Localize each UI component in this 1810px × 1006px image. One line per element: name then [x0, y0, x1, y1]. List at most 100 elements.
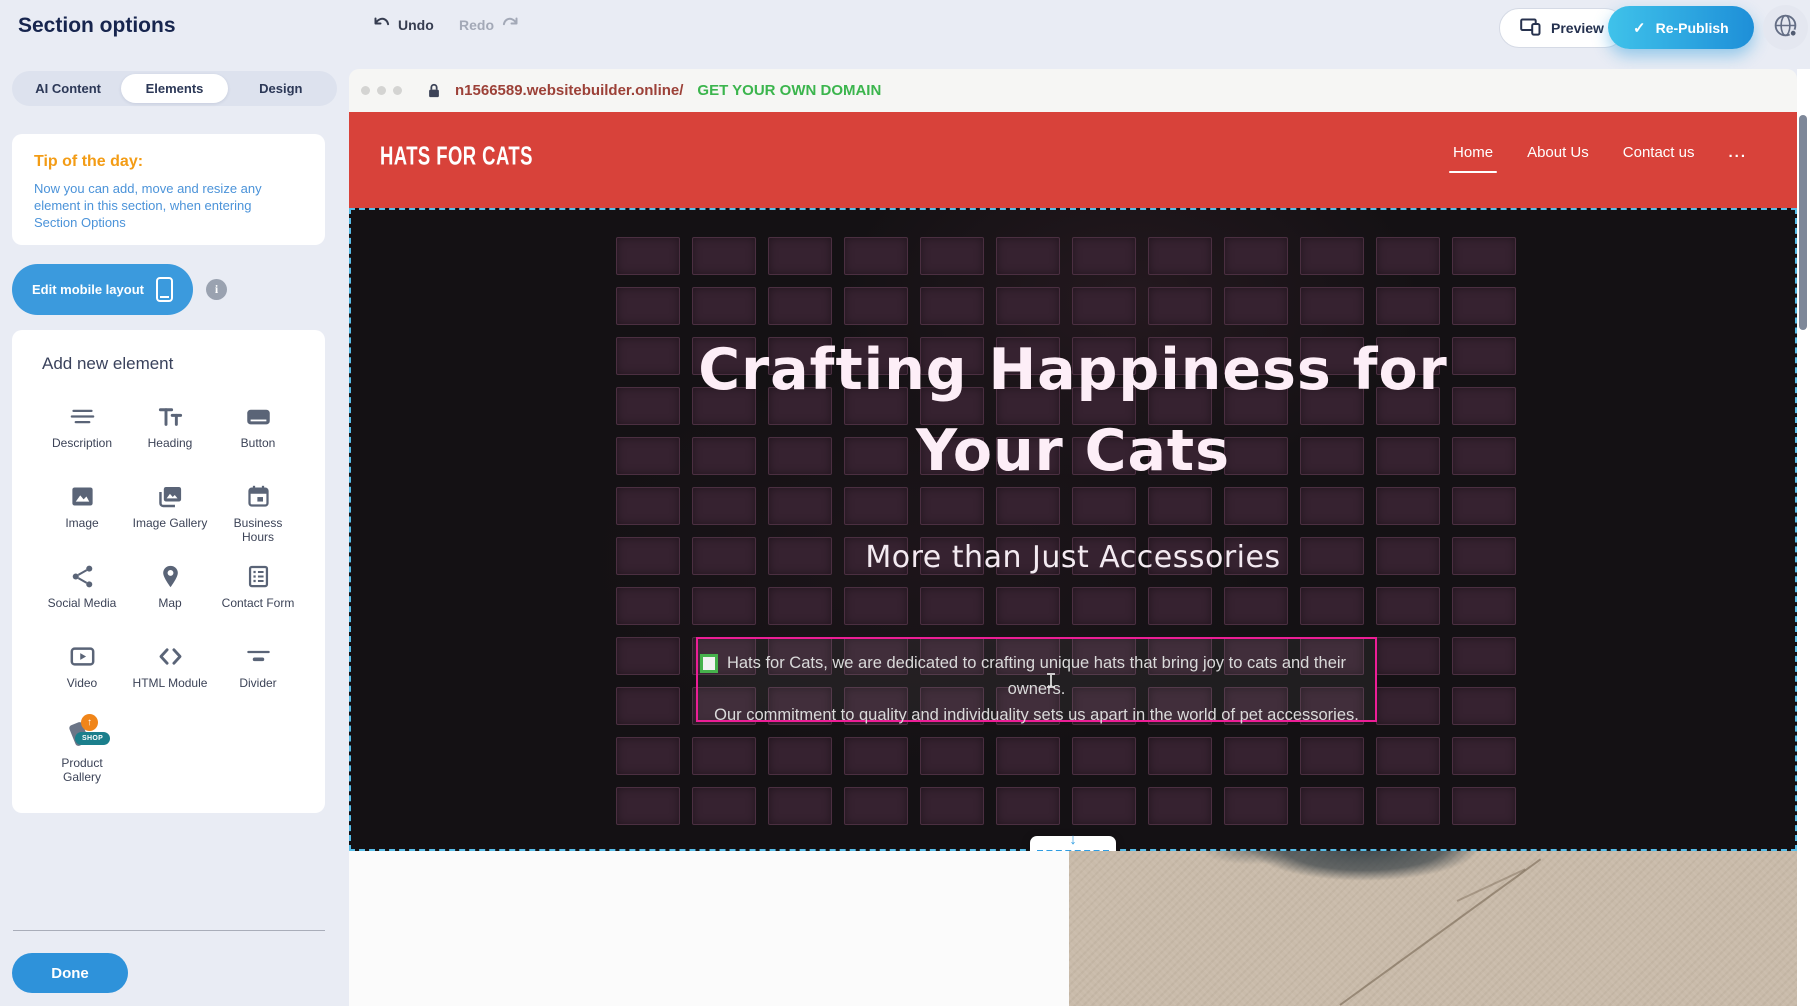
- heading-icon: [157, 398, 184, 430]
- page-title: Section options: [18, 14, 176, 38]
- edit-mobile-layout-button[interactable]: Edit mobile layout: [12, 264, 193, 315]
- image-icon: [69, 478, 96, 510]
- hero-tile: [768, 237, 832, 275]
- hero-tile: [1148, 287, 1212, 325]
- hero-tile: [1148, 737, 1212, 775]
- hero-tile: [1148, 237, 1212, 275]
- element-label: Description: [52, 436, 112, 450]
- hero-tile: [1224, 787, 1288, 825]
- hero-section[interactable]: Crafting Happiness forYour Cats More tha…: [349, 208, 1797, 851]
- hero-tile-pattern: [616, 237, 1516, 825]
- tab-elements[interactable]: Elements: [121, 74, 227, 103]
- hero-tile: [1072, 737, 1136, 775]
- html-module-icon: [157, 638, 184, 670]
- site-header: HATS FOR CATS Home About Us Contact us...: [349, 112, 1797, 208]
- hero-tile: [996, 487, 1060, 525]
- hero-tile: [768, 787, 832, 825]
- element-button[interactable]: Button: [214, 398, 302, 478]
- mobile-phone-icon: [156, 277, 173, 302]
- element-map[interactable]: Map: [126, 558, 214, 638]
- resize-corner-handle[interactable]: [700, 654, 718, 673]
- hero-tile: [1072, 587, 1136, 625]
- tab-design[interactable]: Design: [228, 74, 334, 103]
- preview-button[interactable]: Preview: [1499, 8, 1625, 48]
- hero-tile: [1148, 787, 1212, 825]
- element-heading[interactable]: Heading: [126, 398, 214, 478]
- info-button[interactable]: i: [206, 279, 227, 300]
- divider-icon: [245, 638, 272, 670]
- element-description[interactable]: Description: [38, 398, 126, 478]
- site-logo[interactable]: HATS FOR CATS: [380, 142, 533, 172]
- contact-form-icon: [245, 558, 272, 590]
- hero-tile: [1452, 787, 1516, 825]
- hero-tile: [1148, 587, 1212, 625]
- add-new-element-panel: Add new element DescriptionHeadingButton…: [12, 330, 325, 813]
- element-divider[interactable]: Divider: [214, 638, 302, 718]
- hero-tile: [920, 287, 984, 325]
- element-social-media[interactable]: Social Media: [38, 558, 126, 638]
- element-html-module[interactable]: HTML Module: [126, 638, 214, 718]
- hero-tile: [1300, 287, 1364, 325]
- image-gallery-icon: [156, 478, 185, 510]
- window-dot-icon: [361, 86, 370, 95]
- devices-icon: [1520, 18, 1541, 39]
- hero-tile: [1224, 237, 1288, 275]
- hero-tile: [692, 287, 756, 325]
- upgrade-arrow-icon: ↑: [81, 714, 98, 731]
- hero-tile: [768, 487, 832, 525]
- scrollbar-thumb[interactable]: [1799, 115, 1807, 330]
- element-image[interactable]: Image: [38, 478, 126, 558]
- element-label: Social Media: [48, 596, 117, 610]
- element-label: Video: [67, 676, 97, 690]
- arrow-down-icon: ↓: [1030, 833, 1116, 847]
- element-label: Heading: [148, 436, 193, 450]
- redo-icon: [502, 16, 520, 33]
- hero-tile: [1376, 637, 1440, 675]
- element-contact-form[interactable]: Contact Form: [214, 558, 302, 638]
- element-image-gallery[interactable]: Image Gallery: [126, 478, 214, 558]
- business-hours-icon: [245, 478, 272, 510]
- nav-item-contact-us[interactable]: Contact us: [1623, 144, 1695, 173]
- hero-tile: [844, 587, 908, 625]
- hero-tile: [768, 737, 832, 775]
- window-dot-icon: [393, 86, 402, 95]
- nav-item-about-us[interactable]: About Us: [1527, 144, 1589, 173]
- element-video[interactable]: Video: [38, 638, 126, 718]
- pavement-seam: [1339, 858, 1541, 1005]
- undo-label: Undo: [398, 17, 434, 33]
- language-globe-button[interactable]: [1763, 5, 1808, 50]
- hero-tile: [1224, 737, 1288, 775]
- element-business-hours[interactable]: Business Hours: [214, 478, 302, 558]
- hero-tile: [616, 237, 680, 275]
- undo-button[interactable]: Undo: [372, 16, 434, 33]
- hero-tile: [692, 237, 756, 275]
- done-button[interactable]: Done: [12, 953, 128, 993]
- hero-tile: [920, 237, 984, 275]
- hero-body-text: Hats for Cats, we are dedicated to craft…: [698, 639, 1375, 728]
- edit-mobile-label: Edit mobile layout: [32, 282, 144, 297]
- element-product-gallery[interactable]: ↑SHOPProduct Gallery: [38, 718, 126, 798]
- hero-tile: [1452, 287, 1516, 325]
- check-icon: ✓: [1633, 19, 1646, 37]
- product-gallery-icon: ↑SHOP: [66, 718, 98, 750]
- get-domain-link[interactable]: GET YOUR OWN DOMAIN: [697, 82, 881, 99]
- republish-button[interactable]: ✓ Re-Publish: [1608, 6, 1754, 49]
- browser-window-dots: [361, 86, 402, 95]
- tab-ai-content[interactable]: AI Content: [15, 74, 121, 103]
- nav-item-home[interactable]: Home: [1453, 144, 1493, 173]
- text-cursor-icon: [1050, 673, 1052, 688]
- hero-tile: [1452, 737, 1516, 775]
- element-label: Divider: [239, 676, 276, 690]
- hero-tile: [768, 587, 832, 625]
- redo-button[interactable]: Redo: [459, 16, 520, 33]
- undo-icon: [372, 16, 390, 33]
- hero-tile: [920, 587, 984, 625]
- hero-tile: [920, 487, 984, 525]
- sidebar-tabs: AI ContentElementsDesign: [12, 71, 337, 106]
- hero-tile: [1072, 487, 1136, 525]
- hero-tile: [768, 287, 832, 325]
- hero-body-line: Our commitment to quality and individual…: [698, 702, 1375, 728]
- selected-text-element[interactable]: Hats for Cats, we are dedicated to craft…: [696, 637, 1377, 722]
- nav-item-more[interactable]: ...: [1728, 144, 1747, 173]
- hero-tile: [920, 737, 984, 775]
